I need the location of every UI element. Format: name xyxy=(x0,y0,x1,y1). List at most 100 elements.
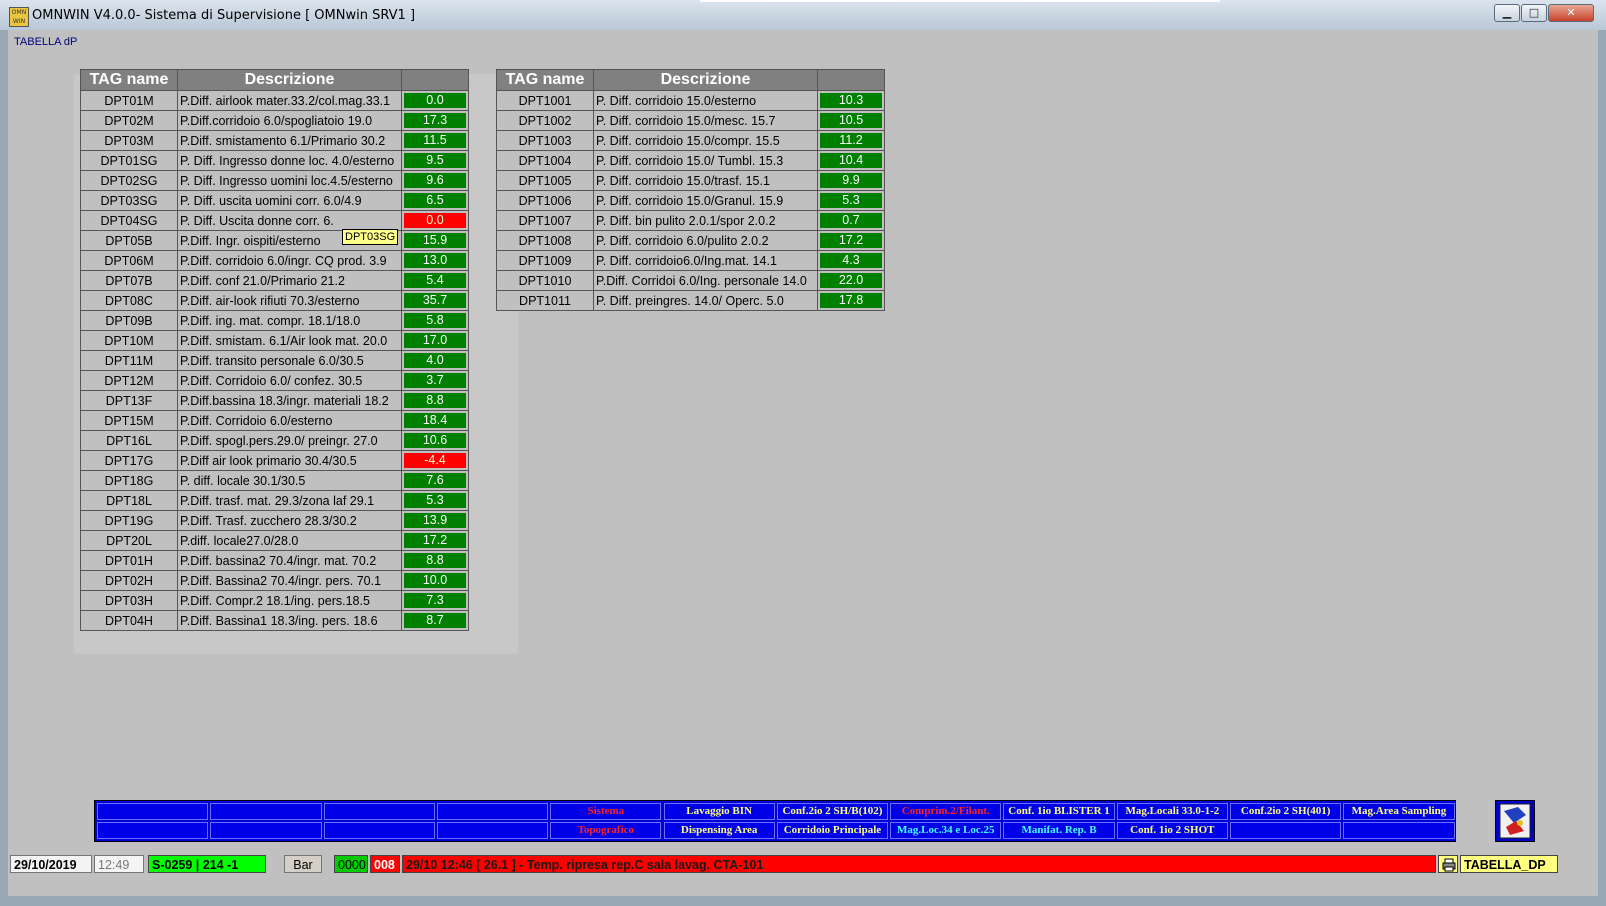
nav-button[interactable]: Conf. 1io 2 SHOT xyxy=(1116,822,1228,839)
value-cell[interactable]: 4.3 xyxy=(817,250,885,271)
value-ok-badge[interactable]: 6.5 xyxy=(404,193,466,208)
value-ok-badge[interactable]: 11.2 xyxy=(820,133,882,148)
value-ok-badge[interactable]: 17.0 xyxy=(404,333,466,348)
value-ok-badge[interactable]: 8.8 xyxy=(404,393,466,408)
value-ok-badge[interactable]: 4.3 xyxy=(820,253,882,268)
value-cell[interactable]: 0.7 xyxy=(817,210,885,231)
value-ok-badge[interactable]: 10.5 xyxy=(820,113,882,128)
nav-button-empty[interactable] xyxy=(210,822,322,839)
nav-button-empty[interactable] xyxy=(436,803,549,820)
value-cell[interactable]: 5.4 xyxy=(401,270,469,291)
value-cell[interactable]: 15.9 xyxy=(401,230,469,251)
value-cell[interactable]: 9.9 xyxy=(817,170,885,191)
value-ok-badge[interactable]: 9.9 xyxy=(820,173,882,188)
value-ok-badge[interactable]: 10.0 xyxy=(404,573,466,588)
alarm-message[interactable]: 29/10 12:46 [ 26.1 ] - Temp. ripresa rep… xyxy=(402,855,1436,873)
value-cell[interactable]: 8.7 xyxy=(401,610,469,631)
value-cell[interactable]: 22.0 xyxy=(817,270,885,291)
nav-button[interactable]: Comprim.2/Filant. xyxy=(890,803,1002,820)
minimize-button[interactable]: ▁ xyxy=(1494,4,1520,22)
value-ok-badge[interactable]: 8.8 xyxy=(404,553,466,568)
value-cell[interactable]: 10.4 xyxy=(817,150,885,171)
value-ok-badge[interactable]: 22.0 xyxy=(820,273,882,288)
value-cell[interactable]: 17.3 xyxy=(401,110,469,131)
value-alarm-badge[interactable]: 0.0 xyxy=(404,213,466,228)
value-cell[interactable]: 8.8 xyxy=(401,550,469,571)
nav-button[interactable]: Sistema xyxy=(550,803,662,820)
value-ok-badge[interactable]: 35.7 xyxy=(404,293,466,308)
value-cell[interactable]: 5.8 xyxy=(401,310,469,331)
value-cell[interactable]: 17.2 xyxy=(401,530,469,551)
nav-button[interactable]: Mag.Loc.34 e Loc.25 xyxy=(890,822,1002,839)
value-ok-badge[interactable]: 4.0 xyxy=(404,353,466,368)
nav-button-empty[interactable] xyxy=(323,822,435,839)
value-cell[interactable]: 11.2 xyxy=(817,130,885,151)
value-cell[interactable]: 10.6 xyxy=(401,430,469,451)
app-icon[interactable]: OMN WIN xyxy=(9,7,29,27)
bar-button[interactable]: Bar xyxy=(284,855,322,873)
value-cell[interactable]: 18.4 xyxy=(401,410,469,431)
value-ok-badge[interactable]: 10.6 xyxy=(404,433,466,448)
value-ok-badge[interactable]: 8.7 xyxy=(404,613,466,628)
value-ok-badge[interactable]: 15.9 xyxy=(404,233,466,248)
value-cell[interactable]: 9.5 xyxy=(401,150,469,171)
value-ok-badge[interactable]: 10.3 xyxy=(820,93,882,108)
value-ok-badge[interactable]: 5.3 xyxy=(820,193,882,208)
value-ok-badge[interactable]: 11.5 xyxy=(404,133,466,148)
value-alarm-badge[interactable]: -4.4 xyxy=(404,453,466,468)
value-ok-badge[interactable]: 7.3 xyxy=(404,593,466,608)
value-ok-badge[interactable]: 13.9 xyxy=(404,513,466,528)
value-cell[interactable]: 13.9 xyxy=(401,510,469,531)
value-cell[interactable]: 0.0 xyxy=(401,210,469,231)
printer-icon[interactable] xyxy=(1438,855,1458,873)
value-cell[interactable]: 3.7 xyxy=(401,370,469,391)
value-ok-badge[interactable]: 3.7 xyxy=(404,373,466,388)
value-ok-badge[interactable]: 18.4 xyxy=(404,413,466,428)
value-cell[interactable]: 35.7 xyxy=(401,290,469,311)
value-ok-badge[interactable]: 9.6 xyxy=(404,173,466,188)
nav-button-empty[interactable] xyxy=(97,803,209,820)
close-button[interactable]: ✕ xyxy=(1548,4,1594,22)
value-cell[interactable]: 17.8 xyxy=(817,290,885,311)
title-bar[interactable]: OMN WIN OMNWIN V4.0.0- Sistema di Superv… xyxy=(0,0,1606,30)
value-ok-badge[interactable]: 10.4 xyxy=(820,153,882,168)
nav-button-empty[interactable] xyxy=(323,803,435,820)
value-cell[interactable]: -4.4 xyxy=(401,450,469,471)
nav-button[interactable]: Mag.Locali 33.0-1-2 xyxy=(1116,803,1228,820)
nav-button[interactable]: Mag.Area Sampling xyxy=(1343,803,1455,820)
nav-button[interactable]: Conf.2io 2 SH(401) xyxy=(1230,803,1342,820)
value-ok-badge[interactable]: 13.0 xyxy=(404,253,466,268)
value-cell[interactable]: 4.0 xyxy=(401,350,469,371)
value-ok-badge[interactable]: 9.5 xyxy=(404,153,466,168)
nav-button[interactable]: Conf.2io 2 SH/B(102) xyxy=(776,803,889,820)
value-ok-badge[interactable]: 7.6 xyxy=(404,473,466,488)
nav-button[interactable]: Manifat. Rep. B xyxy=(1003,822,1115,839)
value-cell[interactable]: 17.2 xyxy=(817,230,885,251)
value-cell[interactable]: 6.5 xyxy=(401,190,469,211)
value-cell[interactable]: 5.3 xyxy=(401,490,469,511)
nav-button-empty[interactable] xyxy=(97,822,209,839)
value-cell[interactable]: 10.5 xyxy=(817,110,885,131)
value-cell[interactable]: 17.0 xyxy=(401,330,469,351)
value-cell[interactable]: 10.3 xyxy=(817,90,885,111)
value-ok-badge[interactable]: 17.2 xyxy=(404,533,466,548)
value-ok-badge[interactable]: 17.8 xyxy=(820,293,882,308)
value-ok-badge[interactable]: 5.8 xyxy=(404,313,466,328)
status-counter-ok[interactable]: 0000 xyxy=(334,855,368,873)
nav-button[interactable]: Conf. 1io BLISTER 1 xyxy=(1003,803,1115,820)
value-cell[interactable]: 8.8 xyxy=(401,390,469,411)
value-ok-badge[interactable]: 5.3 xyxy=(404,493,466,508)
nav-button-empty[interactable] xyxy=(1230,822,1342,839)
value-cell[interactable]: 13.0 xyxy=(401,250,469,271)
nav-button-empty[interactable] xyxy=(436,822,549,839)
value-cell[interactable]: 0.0 xyxy=(401,90,469,111)
value-ok-badge[interactable]: 17.2 xyxy=(820,233,882,248)
maximize-button[interactable]: □ xyxy=(1521,4,1547,22)
value-cell[interactable]: 11.5 xyxy=(401,130,469,151)
value-ok-badge[interactable]: 17.3 xyxy=(404,113,466,128)
nav-button-empty[interactable] xyxy=(1343,822,1455,839)
company-logo[interactable] xyxy=(1495,800,1535,842)
nav-button-empty[interactable] xyxy=(210,803,322,820)
value-ok-badge[interactable]: 5.4 xyxy=(404,273,466,288)
value-cell[interactable]: 7.6 xyxy=(401,470,469,491)
